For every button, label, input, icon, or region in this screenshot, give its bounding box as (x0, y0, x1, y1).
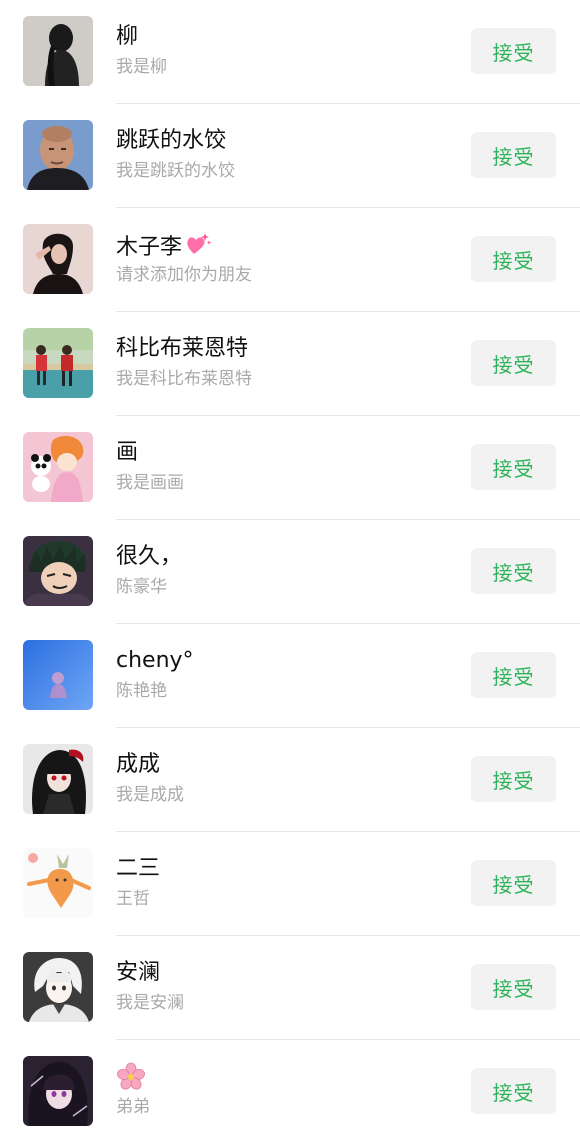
request-message: 我是科比布莱恩特 (116, 369, 252, 389)
friend-request-list: 柳 我是柳 接受 跳跃的水饺 我是跳跃的水饺 接受 木子李 请求添加你为朋友 接… (0, 0, 580, 1140)
requester-name: 画 (116, 440, 139, 465)
accept-button[interactable]: 接受 (471, 28, 556, 74)
accept-button[interactable]: 接受 (471, 964, 556, 1010)
avatar-basketball-court-icon[interactable] (23, 328, 93, 398)
accept-button[interactable]: 接受 (471, 1068, 556, 1114)
request-message: 陈豪华 (116, 577, 167, 597)
friend-request-row[interactable]: 木子李 请求添加你为朋友 接受 (0, 208, 580, 312)
avatar-woman-pose-icon[interactable] (23, 224, 93, 294)
accept-button[interactable]: 接受 (471, 860, 556, 906)
accept-button[interactable]: 接受 (471, 132, 556, 178)
requester-name: 二三 (116, 856, 161, 881)
requester-name-text: 木子李 (116, 235, 183, 260)
friend-request-row[interactable]: 柳 我是柳 接受 (0, 0, 580, 104)
avatar-anime-white-hair-icon[interactable] (23, 952, 93, 1022)
requester-name: 跳跃的水饺 (116, 128, 227, 153)
request-message: 我是跳跃的水饺 (116, 161, 235, 181)
friend-request-row[interactable]: 弟弟 接受 (0, 1040, 580, 1144)
requester-name: 柳 (116, 24, 139, 49)
request-message: 王哲 (116, 889, 150, 909)
friend-request-row[interactable]: 跳跃的水饺 我是跳跃的水饺 接受 (0, 104, 580, 208)
friend-request-row[interactable]: 很久， 陈豪华 接受 (0, 520, 580, 624)
accept-button[interactable]: 接受 (471, 340, 556, 386)
accept-button[interactable]: 接受 (471, 444, 556, 490)
avatar-anime-dark-icon[interactable] (23, 744, 93, 814)
request-message: 请求添加你为朋友 (116, 265, 252, 285)
friend-request-row[interactable]: 成成 我是成成 接受 (0, 728, 580, 832)
accept-button[interactable]: 接受 (471, 236, 556, 282)
avatar-carrot-cartoon-icon[interactable] (23, 848, 93, 918)
request-message: 弟弟 (116, 1097, 150, 1117)
request-message: 陈艳艳 (116, 681, 167, 701)
requester-name: 科比布莱恩特 (116, 336, 249, 361)
friend-request-row[interactable]: 二三 王哲 接受 (0, 832, 580, 936)
requester-name: 木子李 (116, 230, 213, 265)
avatar-anime-purple-girl-icon[interactable] (23, 1056, 93, 1126)
friend-request-row[interactable]: 安澜 我是安澜 接受 (0, 936, 580, 1040)
requester-name: 安澜 (116, 960, 161, 985)
request-message: 我是安澜 (116, 993, 184, 1013)
accept-button[interactable]: 接受 (471, 756, 556, 802)
request-message: 我是成成 (116, 785, 184, 805)
accept-button[interactable]: 接受 (471, 652, 556, 698)
accept-button[interactable]: 接受 (471, 548, 556, 594)
avatar-bald-man-icon[interactable] (23, 120, 93, 190)
avatar-anime-boy-icon[interactable] (23, 536, 93, 606)
requester-name: 很久， (116, 544, 183, 569)
avatar-dark-hair-girl-icon[interactable] (23, 16, 93, 86)
request-message: 我是画画 (116, 473, 184, 493)
avatar-cartoon-girl-panda-icon[interactable] (23, 432, 93, 502)
friend-request-row[interactable]: 科比布莱恩特 我是科比布莱恩特 接受 (0, 312, 580, 416)
friend-request-row[interactable]: 画 我是画画 接受 (0, 416, 580, 520)
sparkling-heart-icon (185, 230, 213, 265)
friend-request-row[interactable]: cheny° 陈艳艳 接受 (0, 624, 580, 728)
avatar-blue-silhouette-icon[interactable] (23, 640, 93, 710)
requester-name: 成成 (116, 752, 161, 777)
request-message: 我是柳 (116, 57, 167, 77)
requester-name: cheny° (116, 648, 194, 673)
